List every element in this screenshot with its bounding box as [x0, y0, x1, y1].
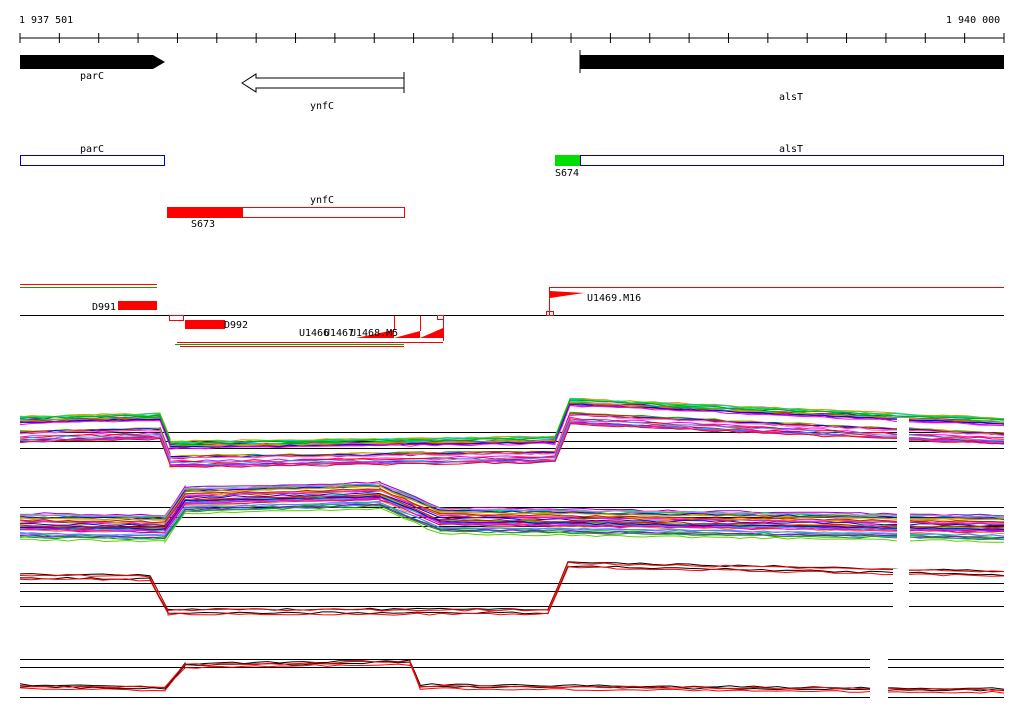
- expression-panel-4: [19, 645, 1005, 713]
- tu-label-parc: parC: [80, 144, 104, 155]
- tu-box-parc[interactable]: [20, 155, 165, 166]
- shift-features-track: D991 D992 U1466 U1467 U1468.M5 U1469.M16: [20, 284, 1004, 347]
- gene-arrow-alst[interactable]: [580, 55, 1004, 69]
- ruler-start-label: 1 937 501: [19, 15, 73, 26]
- segment-s673-block[interactable]: [167, 207, 243, 218]
- downshift-label-d992: D992: [224, 320, 248, 331]
- upshift-u1468-ramp-c[interactable]: [420, 328, 443, 338]
- segment-label-s674: S674: [555, 168, 579, 179]
- expression-profile-panels: [19, 397, 1005, 713]
- expression-panel-3: [19, 561, 1005, 622]
- annotated-genes-track: parC ynfC alsT: [20, 50, 1004, 112]
- tu-label-ynfc: ynfC: [310, 195, 334, 206]
- data-gap: [897, 418, 909, 464]
- coordinate-ruler: 1 937 501 1 940 000: [19, 15, 1005, 43]
- downshift-d992-connector-left: [169, 315, 184, 321]
- expression-panel-2: [19, 481, 1005, 544]
- downshift-d991[interactable]: [118, 301, 157, 310]
- gene-label-ynfc: ynfC: [310, 101, 334, 112]
- tu-box-alst[interactable]: [580, 155, 1004, 166]
- downshift-d992[interactable]: [185, 320, 225, 329]
- transcription-units-track: parC S674 alsT ynfC S673: [20, 144, 1004, 230]
- gene-label-alst: alsT: [779, 92, 803, 103]
- downshift-label-d991: D991: [92, 302, 116, 313]
- upshift-label-u1469: U1469.M16: [587, 293, 641, 304]
- data-gap: [897, 493, 910, 542]
- ruler-end-label: 1 940 000: [946, 15, 1000, 26]
- upshift-connector-right: [437, 315, 444, 320]
- segment-label-s673: S673: [191, 219, 215, 230]
- tu-label-alst: alsT: [779, 144, 803, 155]
- expression-profile-line: [19, 566, 1005, 616]
- expression-panel-1: [19, 397, 1005, 468]
- gene-arrow-ynfc[interactable]: [241, 73, 405, 93]
- upshift-label-u1468: U1468.M5: [350, 328, 398, 339]
- segment-s674-block[interactable]: [555, 155, 580, 166]
- upshift-u1469-flag[interactable]: [550, 291, 584, 298]
- data-gap: [893, 569, 909, 622]
- genome-browser-view: 1 937 501 1 940 000 parC ynfC alsT parC …: [0, 0, 1024, 714]
- gene-label-parc: parC: [80, 71, 104, 82]
- data-gap: [870, 645, 888, 713]
- gene-arrow-parc[interactable]: [20, 55, 165, 69]
- genome-track-canvas: 1 937 501 1 940 000 parC ynfC alsT parC …: [19, 15, 1005, 713]
- expression-profile-line: [19, 561, 1005, 612]
